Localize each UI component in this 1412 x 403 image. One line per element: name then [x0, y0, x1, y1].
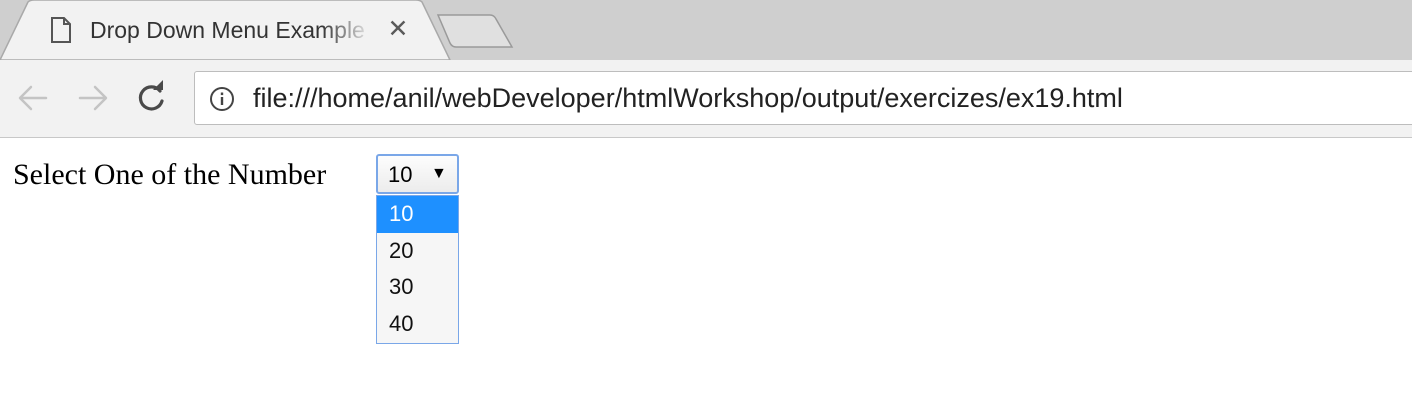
back-arrow-icon[interactable] — [14, 79, 52, 117]
select-value: 10 — [388, 162, 413, 187]
reload-icon[interactable] — [132, 79, 170, 117]
forward-arrow-icon[interactable] — [74, 79, 112, 117]
tab-close-button[interactable]: ✕ — [382, 13, 414, 45]
option-30[interactable]: 30 — [377, 269, 458, 306]
tab-strip: Drop Down Menu Example ✕ — [0, 0, 1412, 60]
dropdown-list: 10 20 30 40 — [376, 195, 459, 344]
active-tab[interactable]: Drop Down Menu Example ✕ — [0, 0, 460, 60]
url-text[interactable]: file:///home/anil/webDeveloper/htmlWorks… — [253, 72, 1123, 124]
address-bar[interactable]: file:///home/anil/webDeveloper/htmlWorks… — [194, 71, 1412, 125]
info-icon[interactable] — [209, 86, 235, 112]
option-40[interactable]: 40 — [377, 306, 458, 343]
option-20[interactable]: 20 — [377, 233, 458, 270]
option-10[interactable]: 10 — [377, 196, 458, 233]
browser-toolbar: file:///home/anil/webDeveloper/htmlWorks… — [0, 60, 1412, 138]
tab-title: Drop Down Menu Example — [90, 17, 365, 43]
dropdown-arrow-icon: ▼ — [431, 165, 447, 182]
document-icon — [51, 17, 71, 43]
page-content: Select One of the Number 10 ▼ 10 20 30 4… — [0, 138, 1412, 403]
new-tab-icon[interactable] — [436, 13, 516, 49]
number-select[interactable]: 10 ▼ — [376, 154, 459, 194]
select-label: Select One of the Number — [13, 158, 327, 191]
